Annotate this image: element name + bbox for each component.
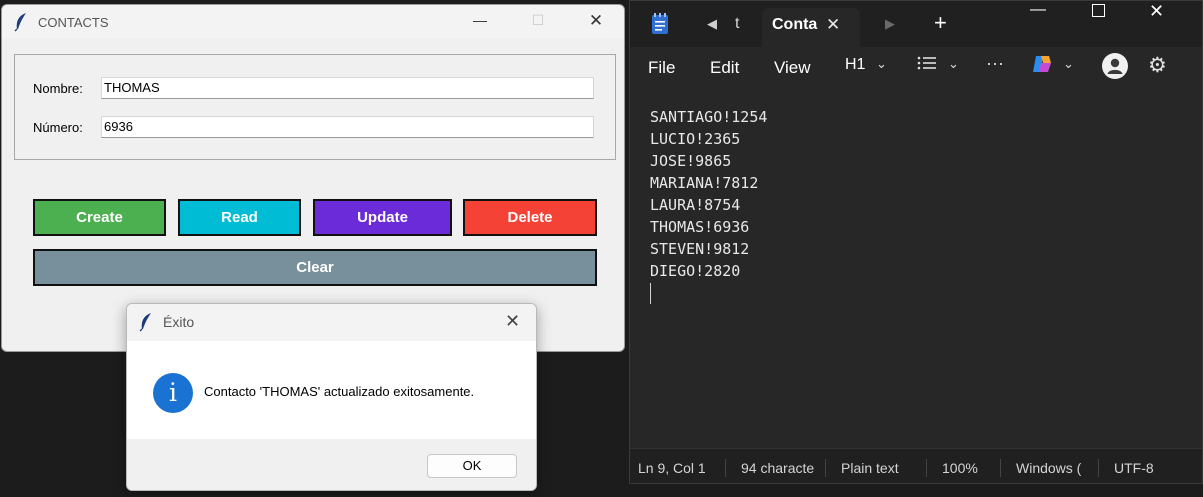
text-line: LAURA!8754 bbox=[650, 196, 741, 214]
status-bar: Ln 9, Col 1 94 characte Plain text 100% … bbox=[630, 448, 1202, 483]
tab-scroll-right-icon[interactable]: ▶ bbox=[885, 16, 895, 32]
nombre-input[interactable]: THOMAS bbox=[101, 77, 594, 99]
dialog-close-icon[interactable]: ✕ bbox=[505, 311, 520, 332]
text-line: LUCIO!2365 bbox=[650, 130, 741, 148]
settings-gear-icon[interactable]: ⚙ bbox=[1148, 53, 1167, 78]
chevron-down-icon[interactable]: ⌄ bbox=[1063, 56, 1074, 72]
status-divider bbox=[1000, 459, 1001, 477]
numero-input[interactable]: 6936 bbox=[101, 116, 594, 138]
tab-previous[interactable]: t bbox=[735, 15, 739, 33]
text-caret bbox=[650, 283, 651, 304]
avatar[interactable] bbox=[1102, 53, 1128, 79]
menu-edit[interactable]: Edit bbox=[710, 58, 739, 78]
tab-bar: ◀ t Conta ✕ ▶ + — ✕ bbox=[630, 1, 1202, 47]
feather-icon bbox=[139, 312, 153, 337]
chevron-down-icon[interactable]: ⌄ bbox=[948, 56, 959, 72]
minimize-button[interactable]: — bbox=[460, 12, 500, 28]
tab-active-label: Conta bbox=[772, 16, 818, 33]
feather-icon bbox=[14, 12, 28, 37]
window-title: CONTACTS bbox=[38, 15, 109, 30]
status-divider bbox=[825, 459, 826, 477]
create-button[interactable]: Create bbox=[33, 199, 166, 236]
tab-active[interactable]: Conta ✕ bbox=[762, 8, 860, 47]
tab-close-icon[interactable]: ✕ bbox=[826, 15, 840, 35]
menu-view[interactable]: View bbox=[774, 58, 811, 78]
close-icon[interactable]: ✕ bbox=[1149, 1, 1164, 22]
text-line: SANTIAGO!1254 bbox=[650, 108, 768, 126]
status-line-ending: Windows ( bbox=[1016, 460, 1082, 476]
text-editor[interactable]: SANTIAGO!1254 LUCIO!2365 JOSE!9865 MARIANA!… bbox=[650, 106, 767, 282]
status-divider bbox=[725, 459, 726, 477]
read-button[interactable]: Read bbox=[178, 199, 301, 236]
notepad-window: ◀ t Conta ✕ ▶ + — ✕ File Edit View H1 ⌄ … bbox=[629, 0, 1203, 484]
more-options-icon[interactable]: ··· bbox=[986, 53, 1004, 74]
status-position: Ln 9, Col 1 bbox=[638, 460, 706, 476]
maximize-icon[interactable] bbox=[1092, 4, 1105, 17]
list-icon[interactable] bbox=[917, 55, 937, 76]
maximize-button[interactable]: ☐ bbox=[518, 12, 558, 29]
copilot-icon[interactable] bbox=[1031, 54, 1053, 79]
notepad-app-icon bbox=[650, 12, 670, 41]
update-button[interactable]: Update bbox=[313, 199, 452, 236]
status-characters: 94 characte bbox=[741, 460, 815, 476]
title-bar: CONTACTS — ☐ ✕ bbox=[2, 5, 624, 39]
text-line: JOSE!9865 bbox=[650, 152, 732, 170]
status-divider bbox=[926, 459, 927, 477]
contact-form-group bbox=[14, 54, 616, 160]
info-icon: i bbox=[153, 373, 193, 413]
dialog-message: Contacto 'THOMAS' actualizado exitosamen… bbox=[204, 384, 475, 399]
text-line: DIEGO!2820 bbox=[650, 262, 741, 280]
menu-file[interactable]: File bbox=[648, 58, 675, 78]
minimize-icon[interactable]: — bbox=[1030, 1, 1046, 19]
close-button[interactable]: ✕ bbox=[576, 11, 616, 31]
status-zoom[interactable]: 100% bbox=[942, 460, 978, 476]
clear-button[interactable]: Clear bbox=[33, 249, 597, 286]
chevron-down-icon[interactable]: ⌄ bbox=[876, 56, 887, 72]
ok-button[interactable]: OK bbox=[427, 454, 517, 478]
text-line: STEVEN!9812 bbox=[650, 240, 750, 258]
tab-scroll-left-icon[interactable]: ◀ bbox=[707, 16, 717, 32]
contacts-window: CONTACTS — ☐ ✕ Nombre: THOMAS Número: 69… bbox=[1, 4, 625, 352]
delete-button[interactable]: Delete bbox=[463, 199, 597, 236]
status-encoding: UTF-8 bbox=[1114, 460, 1154, 476]
status-divider bbox=[1098, 459, 1099, 477]
numero-label: Número: bbox=[33, 120, 83, 135]
heading-dropdown[interactable]: H1 bbox=[845, 56, 865, 74]
dialog-title: Éxito bbox=[163, 314, 195, 330]
nombre-label: Nombre: bbox=[33, 81, 83, 96]
status-format: Plain text bbox=[841, 460, 899, 476]
new-tab-icon[interactable]: + bbox=[934, 10, 947, 36]
text-line: THOMAS!6936 bbox=[650, 218, 750, 236]
dialog-title-bar: Éxito ✕ bbox=[127, 304, 536, 341]
success-dialog: Éxito ✕ i Contacto 'THOMAS' actualizado … bbox=[126, 303, 537, 491]
text-line: MARIANA!7812 bbox=[650, 174, 759, 192]
